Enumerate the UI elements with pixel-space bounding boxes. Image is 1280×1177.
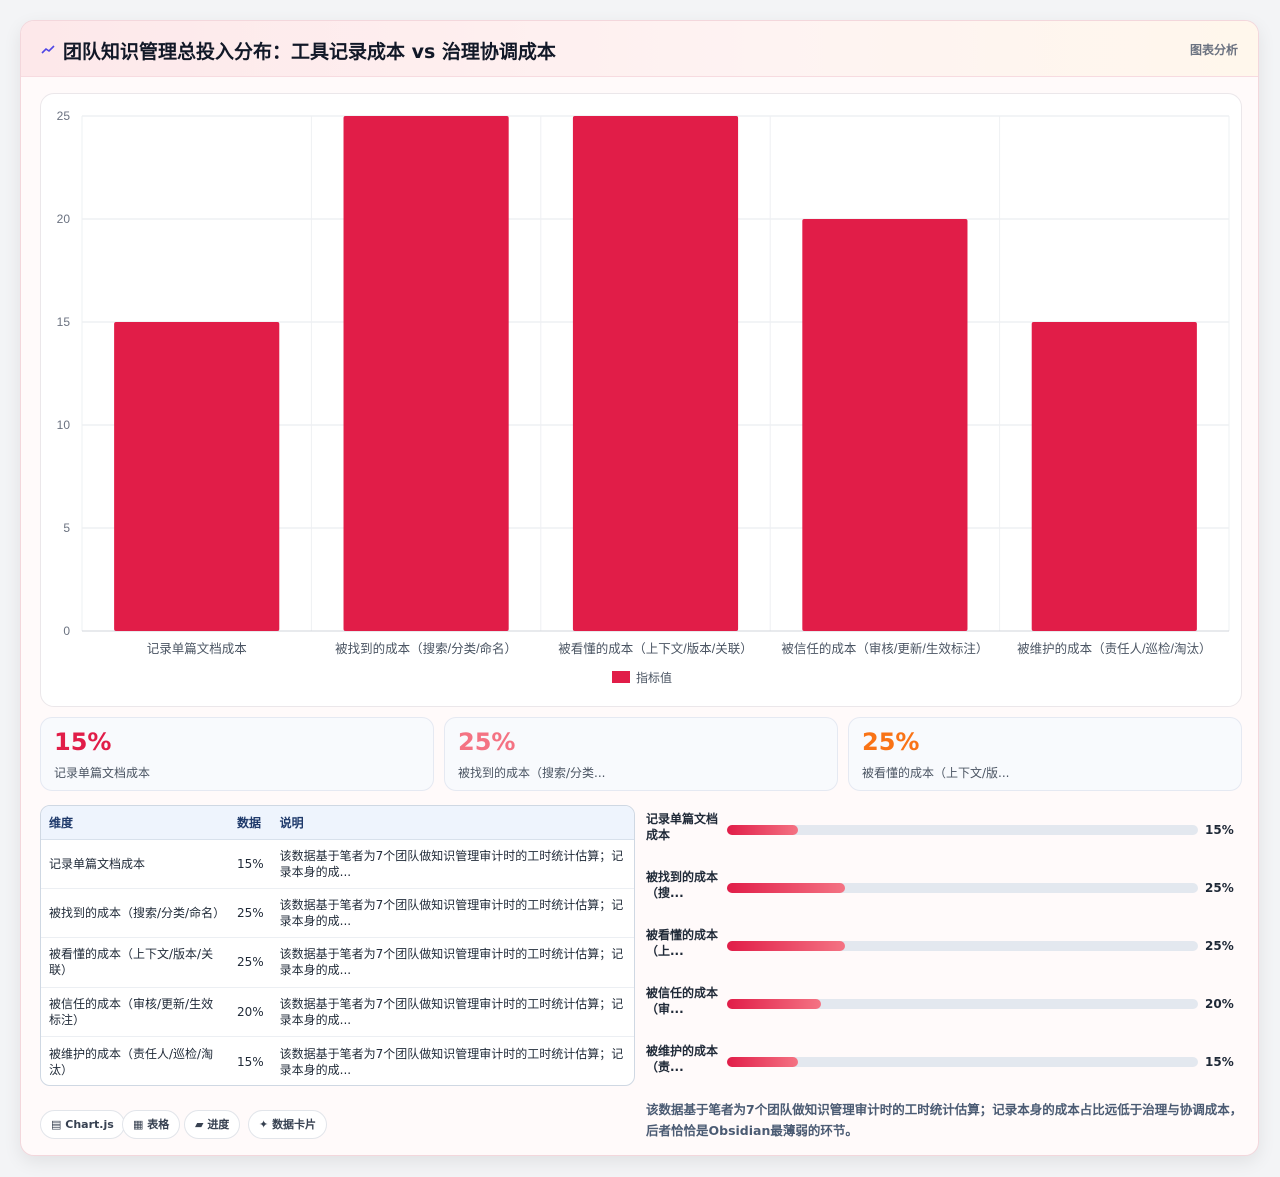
progress-fill xyxy=(727,999,822,1009)
cell-dimension: 记录单篇文档成本 xyxy=(41,839,229,889)
x-tick-label: 被找到的成本（搜索/分类/命名） xyxy=(335,641,517,656)
kpi-label: 被看懂的成本（上下文/版... xyxy=(862,766,1010,780)
progress-label: 被看懂的成本（上... xyxy=(646,928,719,958)
progress-value: 15% xyxy=(1205,1055,1234,1069)
cell-note: 该数据基于笔者为7个团队做知识管理审计时的工时统计估算；记录本身的成... xyxy=(279,1046,624,1077)
table-row: 被信任的成本（审核/更新/生效标注） 20% 该数据基于笔者为7个团队做知识管理… xyxy=(41,987,634,1038)
kpi-value: 15% xyxy=(54,728,112,756)
chart-title: 团队知识管理总投入分布：工具记录成本 vs 治理协调成本 xyxy=(63,41,556,63)
chart-icon: ▤ xyxy=(51,1118,62,1131)
bar xyxy=(802,219,968,631)
chart-footnote: 该数据基于笔者为7个团队做知识管理审计时的工时统计估算；记录本身的成本占比远低于… xyxy=(646,1102,1243,1138)
progress-track xyxy=(727,941,1198,951)
progress-row: 被找到的成本（搜... 25% xyxy=(646,869,1246,909)
progress-fill xyxy=(727,1057,798,1067)
legend-swatch xyxy=(612,671,630,683)
cell-dimension: 被看懂的成本（上下文/版本/关联） xyxy=(41,937,229,988)
progress-value: 25% xyxy=(1205,881,1234,895)
progress-row: 被信任的成本（审... 20% xyxy=(646,985,1246,1025)
progress-fill xyxy=(727,883,845,893)
table-icon: ▦ xyxy=(133,1118,144,1131)
progress-value: 25% xyxy=(1205,939,1234,953)
cell-value: 15% xyxy=(229,839,272,889)
kpi-card-3: 25% 被看懂的成本（上下文/版... xyxy=(848,717,1242,791)
tag-chartjs[interactable]: ▤ Chart.js xyxy=(40,1110,125,1139)
progress-row: 被维护的成本（责... 15% xyxy=(646,1043,1246,1083)
kpi-card-1: 15% 记录单篇文档成本 xyxy=(40,717,434,791)
progress-list: 记录单篇文档成本 15% 被找到的成本（搜... 25% 被看懂的成本（上...… xyxy=(646,811,1246,1091)
x-tick-label: 被看懂的成本（上下文/版本/关联） xyxy=(558,641,752,656)
y-tick-label: 0 xyxy=(63,624,70,638)
progress-icon: ▰ xyxy=(195,1118,204,1131)
column-header-dimension: 维度 xyxy=(41,806,229,840)
progress-track xyxy=(727,825,1198,835)
legend-label: 指标值 xyxy=(636,670,672,685)
cell-dimension: 被找到的成本（搜索/分类/命名） xyxy=(41,888,229,939)
x-tick-label: 被信任的成本（审核/更新/生效标注） xyxy=(781,641,988,656)
y-tick-label: 5 xyxy=(63,521,70,535)
kpi-card-2: 25% 被找到的成本（搜索/分类... xyxy=(444,717,838,791)
tag-table[interactable]: ▦ 表格 xyxy=(122,1110,181,1139)
column-header-note: 说明 xyxy=(271,806,634,840)
data-table-panel: 维度 数据 说明 记录单篇文档成本 15% 该数据基于笔者为7个团队做知识管理审… xyxy=(40,805,635,1086)
kpi-value: 25% xyxy=(458,728,516,756)
cell-note: 该数据基于笔者为7个团队做知识管理审计时的工时统计估算；记录本身的成... xyxy=(271,987,634,1038)
progress-row: 记录单篇文档成本 15% xyxy=(646,811,1246,851)
bar xyxy=(572,116,739,631)
bar-chart-panel: 0 5 10 15 20 25 记录单篇文档成本 被找到的成本（搜索/分类/命名） 被看懂的成本… xyxy=(40,93,1242,707)
kpi-label: 记录单篇文档成本 xyxy=(54,766,151,780)
progress-label: 被找到的成本（搜... xyxy=(646,870,719,900)
tag-progress[interactable]: ▰ 进度 xyxy=(184,1110,241,1139)
progress-track xyxy=(727,883,1198,893)
sparkle-icon: ✦ xyxy=(259,1118,269,1131)
cell-dimension: 被维护的成本（责任人/巡检/淘汰） xyxy=(49,1046,214,1077)
cell-value: 25% xyxy=(229,937,272,988)
progress-value: 15% xyxy=(1205,823,1234,837)
progress-label: 被信任的成本（审... xyxy=(646,986,719,1016)
bar xyxy=(343,116,509,631)
card-header: 团队知识管理总投入分布：工具记录成本 vs 治理协调成本 图表分析 xyxy=(21,21,1258,77)
table-row: 被看懂的成本（上下文/版本/关联） 25% 该数据基于笔者为7个团队做知识管理审… xyxy=(41,937,634,988)
progress-label: 被维护的成本（责... xyxy=(646,1044,719,1074)
progress-fill xyxy=(727,825,798,835)
progress-track xyxy=(727,1057,1198,1067)
tag-label: 表格 xyxy=(147,1118,170,1131)
tag-label: 数据卡片 xyxy=(272,1118,317,1131)
table-row: 被找到的成本（搜索/分类/命名） 25% 该数据基于笔者为7个团队做知识管理审计… xyxy=(41,888,634,939)
cell-value: 25% xyxy=(229,888,272,939)
tag-data-card[interactable]: ✦ 数据卡片 xyxy=(248,1110,328,1139)
chart-card: 团队知识管理总投入分布：工具记录成本 vs 治理协调成本 图表分析 0 5 10 15… xyxy=(20,20,1259,1156)
progress-fill xyxy=(727,941,845,951)
progress-track xyxy=(727,999,1198,1009)
y-tick-label: 15 xyxy=(57,315,71,329)
trend-line-icon xyxy=(41,45,55,54)
x-tick-label: 被维护的成本（责任人/巡检/淘汰） xyxy=(1017,641,1211,656)
cell-note: 该数据基于笔者为7个团队做知识管理审计时的工时统计估算；记录本身的成... xyxy=(271,839,634,889)
kpi-label: 被找到的成本（搜索/分类... xyxy=(458,766,606,780)
bar xyxy=(114,322,280,631)
progress-value: 20% xyxy=(1205,997,1234,1011)
tag-label: 进度 xyxy=(207,1118,230,1131)
data-table: 维度 数据 说明 记录单篇文档成本 15% 该数据基于笔者为7个团队做知识管理审… xyxy=(41,806,634,1085)
y-tick-label: 20 xyxy=(57,212,71,226)
y-tick-label: 10 xyxy=(57,418,71,432)
table-header-row: 维度 数据 说明 xyxy=(41,806,634,840)
bar-chart: 0 5 10 15 20 25 记录单篇文档成本 被找到的成本（搜索/分类/命名） 被看懂的成本… xyxy=(57,109,1230,685)
cell-note: 该数据基于笔者为7个团队做知识管理审计时的工时统计估算；记录本身的成... xyxy=(271,937,634,988)
progress-row: 被看懂的成本（上... 25% xyxy=(646,927,1246,967)
x-tick-label: 记录单篇文档成本 xyxy=(147,641,248,656)
table-row: 被维护的成本（责任人/巡检/淘汰） 15% 该数据基于笔者为7个团队做知识管理审… xyxy=(41,1037,634,1085)
progress-label: 记录单篇文档成本 xyxy=(646,812,719,842)
column-header-value: 数据 xyxy=(229,806,272,840)
tag-label: Chart.js xyxy=(65,1118,114,1131)
cell-value: 15% xyxy=(237,1054,264,1069)
kpi-value: 25% xyxy=(862,728,920,756)
cell-dimension: 被信任的成本（审核/更新/生效标注） xyxy=(41,987,229,1038)
cell-note: 该数据基于笔者为7个团队做知识管理审计时的工时统计估算；记录本身的成... xyxy=(271,888,634,939)
chart-analysis-button[interactable]: 图表分析 xyxy=(1190,41,1238,58)
bar xyxy=(1031,322,1197,631)
table-row: 记录单篇文档成本 15% 该数据基于笔者为7个团队做知识管理审计时的工时统计估算… xyxy=(41,839,634,889)
y-tick-label: 25 xyxy=(57,109,71,123)
cell-value: 20% xyxy=(229,987,272,1038)
